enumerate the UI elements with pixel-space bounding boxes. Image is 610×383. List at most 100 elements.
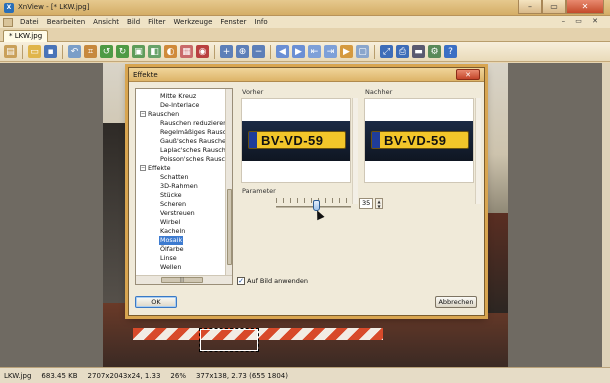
rotate-right-icon[interactable]: ↻ (116, 45, 129, 58)
document-window-controls[interactable]: – ▭ ✕ (562, 17, 602, 25)
effects-dialog: Effekte ✕ Mitte Kreuz De-Interlace − Raus… (128, 67, 485, 316)
mouse-cursor-icon (313, 208, 325, 221)
tree-item-poisson-rauschen[interactable]: Poisson'sches Rauschen (160, 155, 232, 164)
tree-item-rauschen-reduzieren[interactable]: Rauschen reduzieren (160, 119, 227, 128)
next-icon[interactable]: ▶ (292, 45, 305, 58)
first-icon[interactable]: ⇤ (308, 45, 321, 58)
tree-horizontal-scrollbar[interactable]: ||| (136, 275, 232, 284)
close-button[interactable]: ✕ (566, 0, 604, 14)
tree-item-linse[interactable]: Linse (160, 254, 177, 263)
redeye-icon[interactable]: ◉ (196, 45, 209, 58)
tree-item-wirbel[interactable]: Wirbel (160, 218, 180, 227)
crop-icon[interactable]: ⌗ (84, 45, 97, 58)
document-menu-icon[interactable] (3, 17, 13, 27)
toolbar-separator (374, 44, 375, 59)
eu-band (372, 132, 380, 148)
tree-item-scheren[interactable]: Scheren (160, 200, 186, 209)
preview-before-label: Vorher (242, 88, 264, 96)
fullscreen-icon[interactable]: ▢ (356, 45, 369, 58)
undo-icon[interactable]: ↶ (68, 45, 81, 58)
filter-icon[interactable]: ▦ (180, 45, 193, 58)
toolbar: ▤ ▭ ▪ ↶ ⌗ ↺ ↻ ▣ ◧ ◐ ▦ ◉ + ⊕ − ◀ ▶ ⇤ ⇥ ▶ … (0, 42, 610, 62)
resize-icon[interactable]: ▣ (132, 45, 145, 58)
maximize-button[interactable]: ▭ (542, 0, 566, 14)
tree-item-schatten[interactable]: Schatten (160, 173, 189, 182)
menu-bar: Datei Bearbeiten Ansicht Bild Filter Wer… (0, 16, 610, 28)
parameter-value-input[interactable]: 35 (359, 198, 373, 209)
menu-datei[interactable]: Datei (16, 16, 43, 28)
menu-werkzeuge[interactable]: Werkzeuge (170, 16, 217, 28)
fit-window-icon[interactable]: ⤢ (380, 45, 393, 58)
collapse-icon[interactable]: − (140, 111, 146, 117)
parameter-spinner[interactable]: ▲ ▼ (375, 198, 383, 209)
slideshow-icon[interactable]: ▶ (340, 45, 353, 58)
flip-icon[interactable]: ◧ (148, 45, 161, 58)
tree-item-gauss-rauschen[interactable]: Gauß'sches Rauschen h (160, 137, 232, 146)
status-bar: LKW.jpg 683.45 KB 2707x2043x24, 1.33 26%… (0, 367, 610, 383)
collapse-icon[interactable]: − (140, 165, 146, 171)
minimize-button[interactable]: – (518, 0, 542, 14)
truck-mirror (103, 123, 128, 303)
preview-scrollbar[interactable] (352, 98, 358, 204)
tree-group-label: Rauschen (148, 110, 180, 118)
tree-group-rauschen[interactable]: − Rauschen (140, 110, 179, 119)
preview-after-label: Nachher (365, 88, 393, 96)
tab-lkw-jpg[interactable]: * LKW.jpg (3, 30, 49, 42)
menu-ansicht[interactable]: Ansicht (89, 16, 123, 28)
spin-down-icon[interactable]: ▼ (376, 204, 382, 209)
toolbar-separator (22, 44, 23, 59)
tree-item-stuecke[interactable]: Stücke (160, 191, 182, 200)
dialog-close-icon[interactable]: ✕ (456, 69, 480, 80)
preview-scrollbar[interactable] (475, 98, 481, 204)
tree-item-mosaik[interactable]: Mosaik (159, 236, 184, 245)
dialog-title-bar: Effekte ✕ (129, 68, 484, 82)
ok-button[interactable]: OK (135, 296, 177, 308)
last-icon[interactable]: ⇥ (324, 45, 337, 58)
help-icon[interactable]: ? (444, 45, 457, 58)
dialog-title: Effekte (133, 71, 158, 79)
tree-item-mitte-kreuz[interactable]: Mitte Kreuz (160, 92, 196, 101)
tree-item-regelmaessiges-rauschen[interactable]: Regelmäßiges Rauschen (160, 128, 232, 137)
cancel-button[interactable]: Abbrechen (435, 296, 477, 308)
tree-item-wellen[interactable]: Wellen (160, 263, 181, 272)
scrollbar-thumb[interactable] (227, 189, 232, 265)
tree-item-3d-rahmen[interactable]: 3D-Rahmen (160, 182, 198, 191)
tree-item-verstreuen[interactable]: Verstreuen (160, 209, 195, 218)
menu-filter[interactable]: Filter (144, 16, 169, 28)
adjust-icon[interactable]: ◐ (164, 45, 177, 58)
print-icon[interactable]: ⎙ (396, 45, 409, 58)
scanner-icon[interactable]: ▬ (412, 45, 425, 58)
tree-group-label: Effekte (148, 164, 171, 172)
status-filesize: 683.45 KB (41, 371, 78, 380)
tree-group-effekte[interactable]: − Effekte (140, 164, 171, 173)
eu-band (249, 132, 257, 148)
apply-to-image-label[interactable]: Auf Bild anwenden (247, 277, 308, 285)
browser-icon[interactable]: ▤ (4, 45, 17, 58)
menu-info[interactable]: Info (250, 16, 271, 28)
menu-bild[interactable]: Bild (123, 16, 144, 28)
zoom-out-icon[interactable]: − (252, 45, 265, 58)
selection-rectangle[interactable] (199, 328, 259, 352)
toolbar-separator (62, 44, 63, 59)
zoom-in-icon[interactable]: + (220, 45, 233, 58)
previous-icon[interactable]: ◀ (276, 45, 289, 58)
tree-vertical-scrollbar[interactable] (225, 89, 232, 276)
scrollbar-thumb[interactable]: ||| (161, 277, 203, 283)
license-plate: BV-VD-59 (371, 131, 469, 149)
preview-before[interactable]: BV-VD-59 (241, 98, 351, 183)
tree-item-laplace-rauschen[interactable]: Laplac'sches Rauschen (160, 146, 232, 155)
zoom-fit-icon[interactable]: ⊕ (236, 45, 249, 58)
effects-tree[interactable]: Mitte Kreuz De-Interlace − Rauschen Rausc… (135, 88, 233, 285)
tree-item-kacheln[interactable]: Kacheln (160, 227, 185, 236)
tree-item-oelfarbe[interactable]: Ölfarbe (160, 245, 184, 254)
save-icon[interactable]: ▪ (44, 45, 57, 58)
viewer-scrollbar[interactable] (602, 63, 610, 367)
apply-to-image-checkbox[interactable]: ✓ (237, 277, 245, 285)
open-folder-icon[interactable]: ▭ (28, 45, 41, 58)
tree-item-de-interlace[interactable]: De-Interlace (160, 101, 199, 110)
rotate-left-icon[interactable]: ↺ (100, 45, 113, 58)
menu-bearbeiten[interactable]: Bearbeiten (43, 16, 89, 28)
menu-fenster[interactable]: Fenster (216, 16, 250, 28)
options-icon[interactable]: ⚙ (428, 45, 441, 58)
preview-after[interactable]: BV-VD-59 (364, 98, 474, 183)
